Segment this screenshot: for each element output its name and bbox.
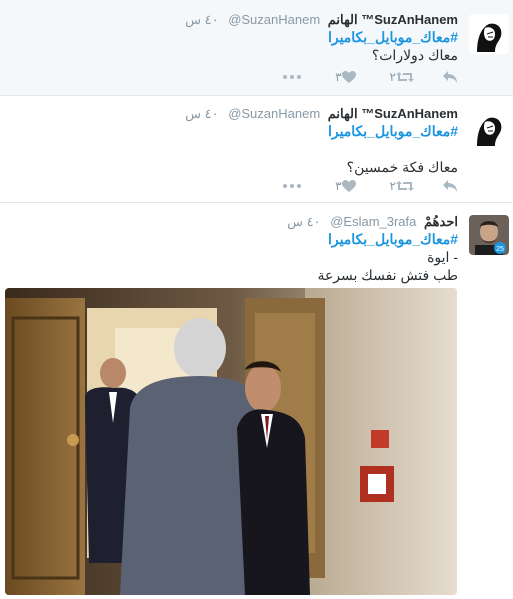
tweet-author-name[interactable]: SuzAnHanem™ الهانم [328, 106, 458, 121]
retweet-button[interactable]: ٢ [384, 70, 414, 84]
reply-icon [442, 70, 458, 84]
tweet-author-name[interactable]: SuzAnHanem™ الهانم [328, 12, 458, 27]
svg-text:25: 25 [496, 246, 504, 253]
tweet-username[interactable]: @Eslam_3rafa [330, 214, 416, 229]
more-button[interactable] [283, 75, 302, 79]
more-button[interactable] [283, 184, 302, 188]
tweet-hashtag[interactable]: #معاك_موبايل_بكاميرا [10, 230, 458, 248]
reply-icon [442, 179, 458, 193]
tweet-photo[interactable] [5, 288, 457, 595]
tweet-hashtag[interactable]: #معاك_موبايل_بكاميرا [10, 28, 458, 46]
retweet-count: ٢ [389, 179, 396, 193]
tweet-text-line: طب فتش نفسك بسرعة [317, 267, 458, 283]
tweet-author-name[interactable]: احدهُمْ [424, 214, 458, 229]
tweet-username[interactable]: @SuzanHanem [228, 106, 320, 121]
avatar[interactable]: 25 [469, 215, 509, 255]
more-icon [283, 75, 302, 79]
avatar[interactable] [469, 14, 509, 54]
reply-button[interactable] [442, 179, 458, 193]
tweet-hashtag[interactable]: #معاك_موبايل_بكاميرا [10, 122, 458, 140]
like-count: ٣ [335, 179, 342, 193]
like-count: ٣ [335, 70, 342, 84]
tweet[interactable]: SuzAnHanem™ الهانم @SuzanHanem ٤٠ س #معا… [0, 96, 513, 203]
tweet-timestamp[interactable]: ٤٠ س [185, 106, 218, 121]
like-icon [341, 179, 356, 193]
tweet-timestamp[interactable]: ٤٠ س [185, 12, 218, 27]
retweet-count: ٢ [389, 70, 396, 84]
tweet-username[interactable]: @SuzanHanem [228, 12, 320, 27]
tweet-timestamp[interactable]: ٤٠ س [287, 214, 320, 229]
avatar[interactable] [469, 108, 509, 148]
tweet-text: معاك فكة خمسين؟ [346, 159, 458, 175]
tweet[interactable]: SuzAnHanem™ الهانم @SuzanHanem ٤٠ س #معا… [0, 0, 513, 96]
like-icon [341, 70, 356, 84]
tweet-text-line: - ايوة [427, 249, 458, 265]
more-icon [283, 184, 302, 188]
tweet-text: معاك دولارات؟ [371, 47, 458, 63]
like-button[interactable]: ٣ [329, 70, 356, 84]
reply-button[interactable] [442, 70, 458, 84]
like-button[interactable]: ٣ [329, 179, 356, 193]
retweet-icon [396, 71, 414, 83]
retweet-icon [396, 180, 414, 192]
retweet-button[interactable]: ٢ [384, 179, 414, 193]
